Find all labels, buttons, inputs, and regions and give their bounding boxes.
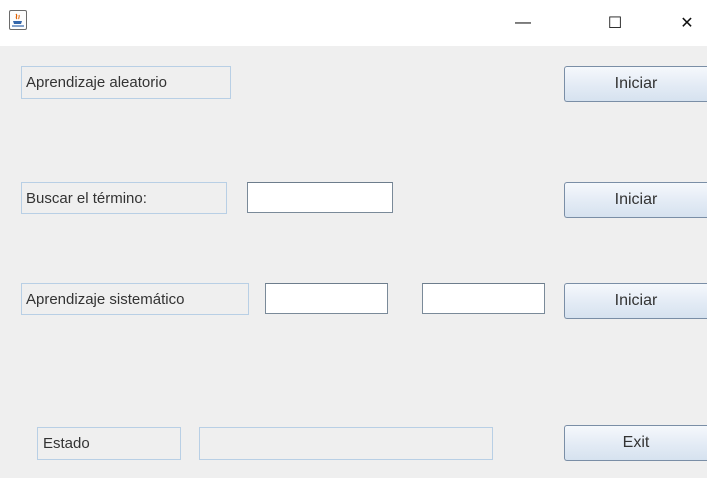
systematic-start-button[interactable]: Iniciar <box>564 283 707 319</box>
random-start-button[interactable]: Iniciar <box>564 66 707 102</box>
search-term-field[interactable] <box>247 182 393 213</box>
random-learning-label: Aprendizaje aleatorio <box>21 66 231 99</box>
minimize-icon: — <box>515 14 531 31</box>
search-term-label: Buscar el término: <box>21 182 227 214</box>
status-field <box>199 427 493 460</box>
close-button[interactable]: ✕ <box>664 0 707 46</box>
systematic-learning-label: Aprendizaje sistemático <box>21 283 249 315</box>
status-label: Estado <box>37 427 181 460</box>
close-icon: ✕ <box>680 15 694 32</box>
maximize-icon: ☐ <box>607 15 623 32</box>
search-start-button[interactable]: Iniciar <box>564 182 707 218</box>
minimize-button[interactable]: — <box>500 0 546 46</box>
systematic-field-1[interactable] <box>265 283 388 314</box>
systematic-field-2[interactable] <box>422 283 545 314</box>
main-panel: Aprendizaje aleatorio Iniciar Buscar el … <box>0 46 707 478</box>
maximize-button[interactable]: ☐ <box>592 0 638 46</box>
title-bar: — ☐ ✕ <box>0 0 707 46</box>
exit-button[interactable]: Exit <box>564 425 707 461</box>
java-cup-icon <box>9 10 27 30</box>
